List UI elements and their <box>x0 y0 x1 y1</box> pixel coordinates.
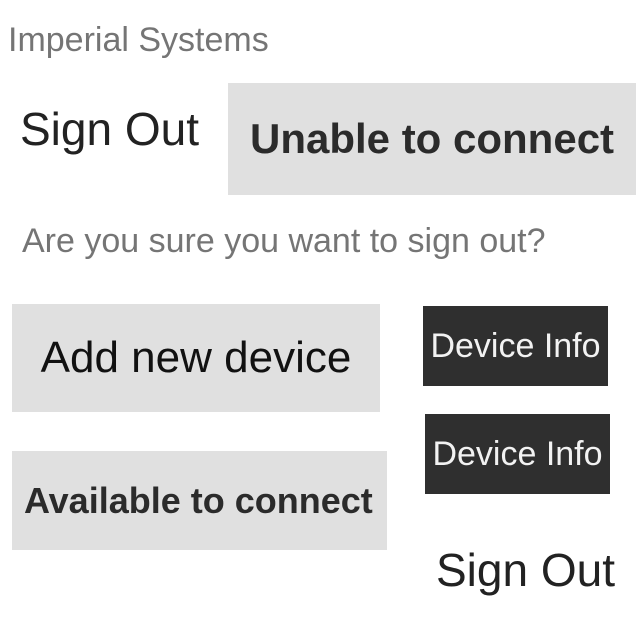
device-info-button-1-label: Device Info <box>430 326 601 365</box>
app-title: Imperial Systems <box>8 21 269 59</box>
device-info-button-2-label: Device Info <box>432 434 603 473</box>
sign-out-confirm-question: Are you sure you want to sign out? <box>22 222 546 260</box>
connection-status-unable: Unable to connect <box>228 83 636 195</box>
sign-out-link-top[interactable]: Sign Out <box>20 100 199 158</box>
connection-status-available-label: Available to connect <box>24 479 373 521</box>
sign-out-button-bottom[interactable]: Sign Out <box>436 540 615 600</box>
device-info-button-2[interactable]: Device Info <box>425 414 610 494</box>
device-info-button-1[interactable]: Device Info <box>423 306 608 386</box>
add-device-button-label: Add new device <box>40 333 352 382</box>
connection-status-unable-label: Unable to connect <box>250 115 615 162</box>
add-device-button[interactable]: Add new device <box>12 304 380 412</box>
connection-status-available: Available to connect <box>12 451 387 550</box>
